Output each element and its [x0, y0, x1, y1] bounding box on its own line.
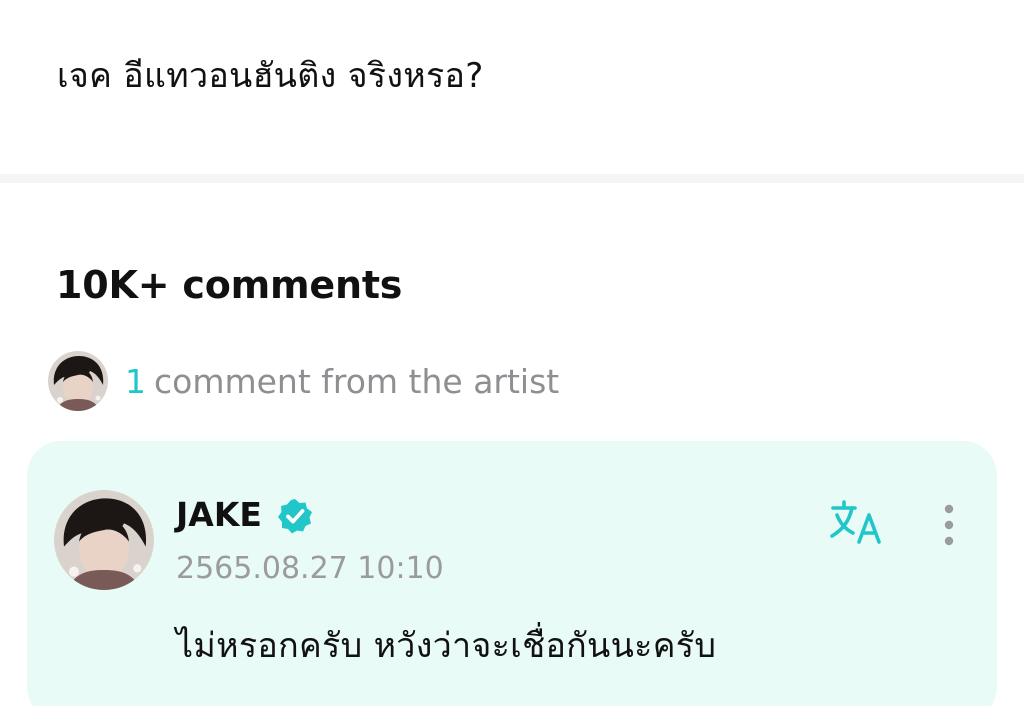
artist-avatar — [48, 351, 108, 411]
comment-section-screen: เจค อีแทวอนฮันติง จริงหรอ? 10K+ comments… — [0, 0, 1024, 706]
more-vertical-icon — [944, 504, 954, 546]
verified-check-icon — [276, 497, 314, 535]
post-text: เจค อีแทวอนฮันติง จริงหรอ? — [57, 56, 484, 96]
artist-comment-summary-text: 1 comment from the artist — [125, 362, 559, 401]
translate-button[interactable] — [826, 498, 888, 548]
commenter-avatar[interactable] — [54, 490, 154, 590]
artist-comment-summary[interactable]: 1 comment from the artist — [48, 350, 559, 412]
comments-count-heading: 10K+ comments — [56, 263, 403, 307]
section-divider — [0, 174, 1024, 183]
more-options-button[interactable] — [930, 500, 968, 550]
comment-timestamp: 2565.08.27 10:10 — [176, 551, 444, 586]
comment-text: ไม่หรอกครับ หวังว่าจะเชื่อกันนะครับ — [176, 626, 717, 666]
comment-author-name[interactable]: JAKE — [176, 495, 262, 534]
artist-comment-count: 1 — [125, 361, 146, 401]
artist-comment-label: comment from the artist — [154, 361, 560, 401]
translate-icon — [830, 500, 881, 544]
